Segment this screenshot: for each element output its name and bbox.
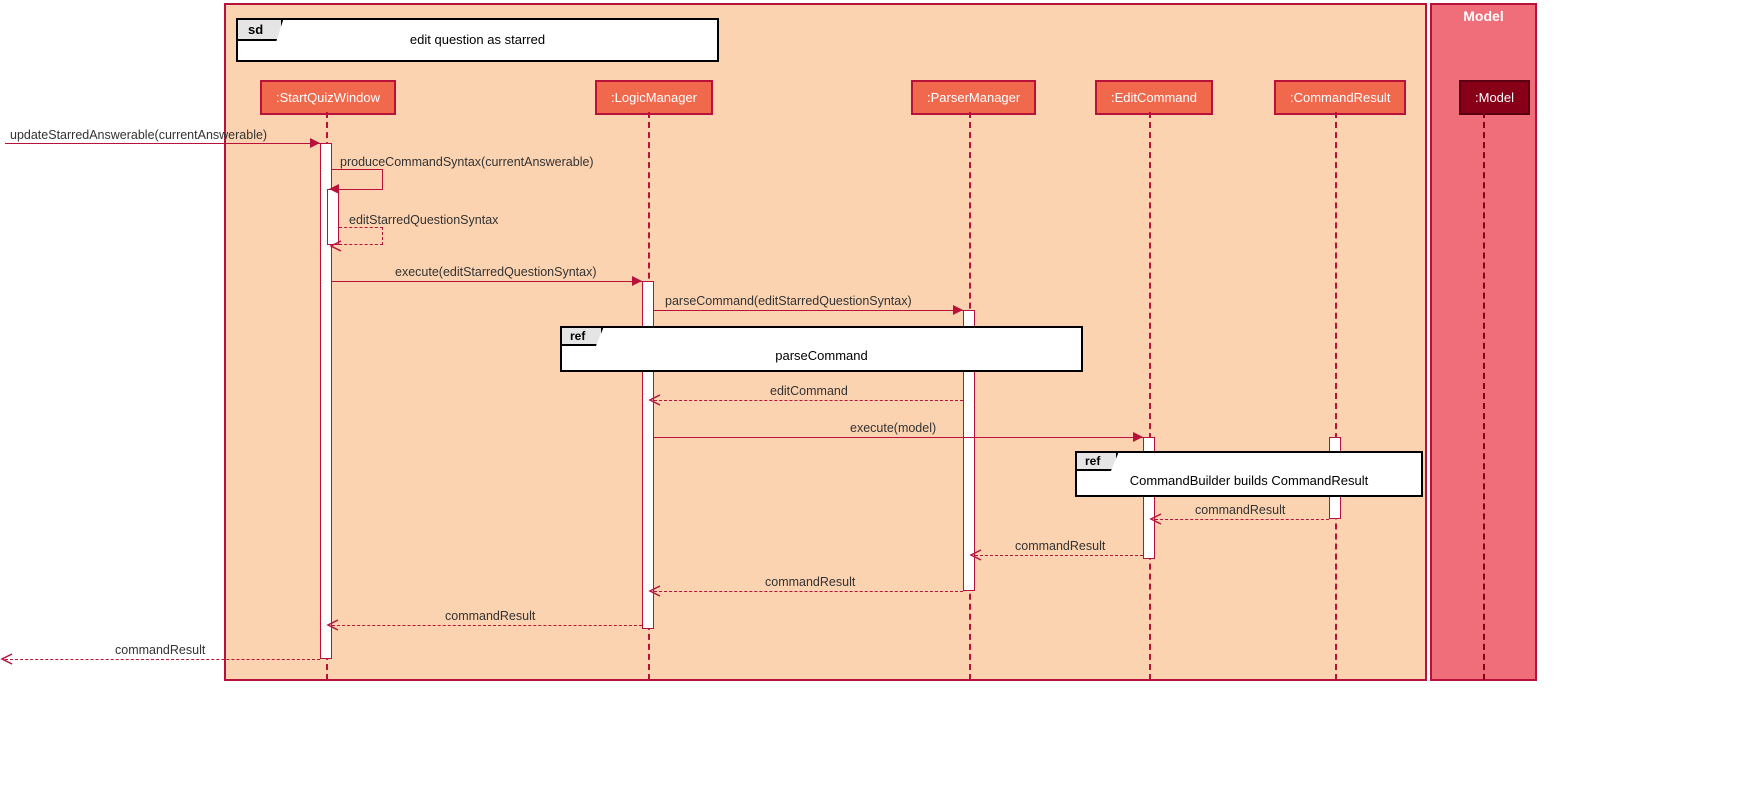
participant-startquizwindow: :StartQuizWindow [260, 80, 396, 115]
participant-model: :Model [1459, 80, 1530, 115]
arrow-m4 [332, 281, 642, 282]
message-m11: commandResult [445, 609, 535, 623]
lifeline-commandresult [1335, 112, 1337, 680]
activation-startquizwindow-self [327, 189, 339, 245]
arrow-m2-top [332, 169, 382, 170]
arrow-m1 [5, 143, 320, 144]
arrow-m7 [654, 437, 1143, 438]
arrowhead-m2 [329, 184, 339, 194]
message-m3: editStarredQuestionSyntax [349, 213, 498, 227]
arrowhead-m8 [1149, 513, 1161, 525]
arrowhead-m12 [0, 653, 12, 665]
message-m12: commandResult [115, 643, 205, 657]
participant-editcommand: :EditCommand [1095, 80, 1213, 115]
message-m7: execute(model) [850, 421, 936, 435]
message-m4: execute(editStarredQuestionSyntax) [395, 265, 597, 279]
arrowhead-m7 [1133, 432, 1143, 442]
sd-tag: sd [238, 20, 283, 41]
arrowhead-m3 [329, 240, 341, 252]
arrowhead-m11 [326, 619, 338, 631]
arrow-m11 [332, 625, 642, 626]
arrowhead-m4 [632, 276, 642, 286]
message-m6: editCommand [770, 384, 848, 398]
arrow-m3-box [339, 227, 383, 245]
arrowhead-m10 [648, 585, 660, 597]
sd-frame: sd edit question as starred [236, 18, 719, 62]
ref-label-1: parseCommand [562, 328, 1081, 363]
message-m10: commandResult [765, 575, 855, 589]
arrow-m9 [975, 555, 1143, 556]
message-m2: produceCommandSyntax(currentAnswerable) [340, 155, 594, 169]
ref-frame-commandbuilder: ref CommandBuilder builds CommandResult [1075, 451, 1423, 497]
message-m1: updateStarredAnswerable(currentAnswerabl… [10, 128, 267, 142]
lifeline-model [1483, 112, 1485, 680]
arrowhead-m5 [953, 305, 963, 315]
participant-parsermanager: :ParserManager [911, 80, 1036, 115]
arrowhead-m6 [648, 394, 660, 406]
arrowhead-m9 [969, 549, 981, 561]
sd-title: edit question as starred [238, 20, 717, 47]
arrow-m2-side [382, 169, 383, 189]
arrow-m2-bottom [339, 189, 383, 190]
arrow-m12 [5, 659, 320, 660]
message-m9: commandResult [1015, 539, 1105, 553]
arrow-m6 [654, 400, 963, 401]
participant-logicmanager: :LogicManager [595, 80, 713, 115]
arrow-m10 [654, 591, 963, 592]
ref-label-2: CommandBuilder builds CommandResult [1077, 453, 1421, 488]
lifeline-editcommand [1149, 112, 1151, 680]
participant-commandresult: :CommandResult [1274, 80, 1406, 115]
message-m5: parseCommand(editStarredQuestionSyntax) [665, 294, 912, 308]
arrowhead-m1 [310, 138, 320, 148]
arrow-m8 [1155, 519, 1329, 520]
ref-frame-parsecommand: ref parseCommand [560, 326, 1083, 372]
arrow-m5 [654, 310, 963, 311]
model-frame-title: Model [1430, 8, 1537, 24]
message-m8: commandResult [1195, 503, 1285, 517]
